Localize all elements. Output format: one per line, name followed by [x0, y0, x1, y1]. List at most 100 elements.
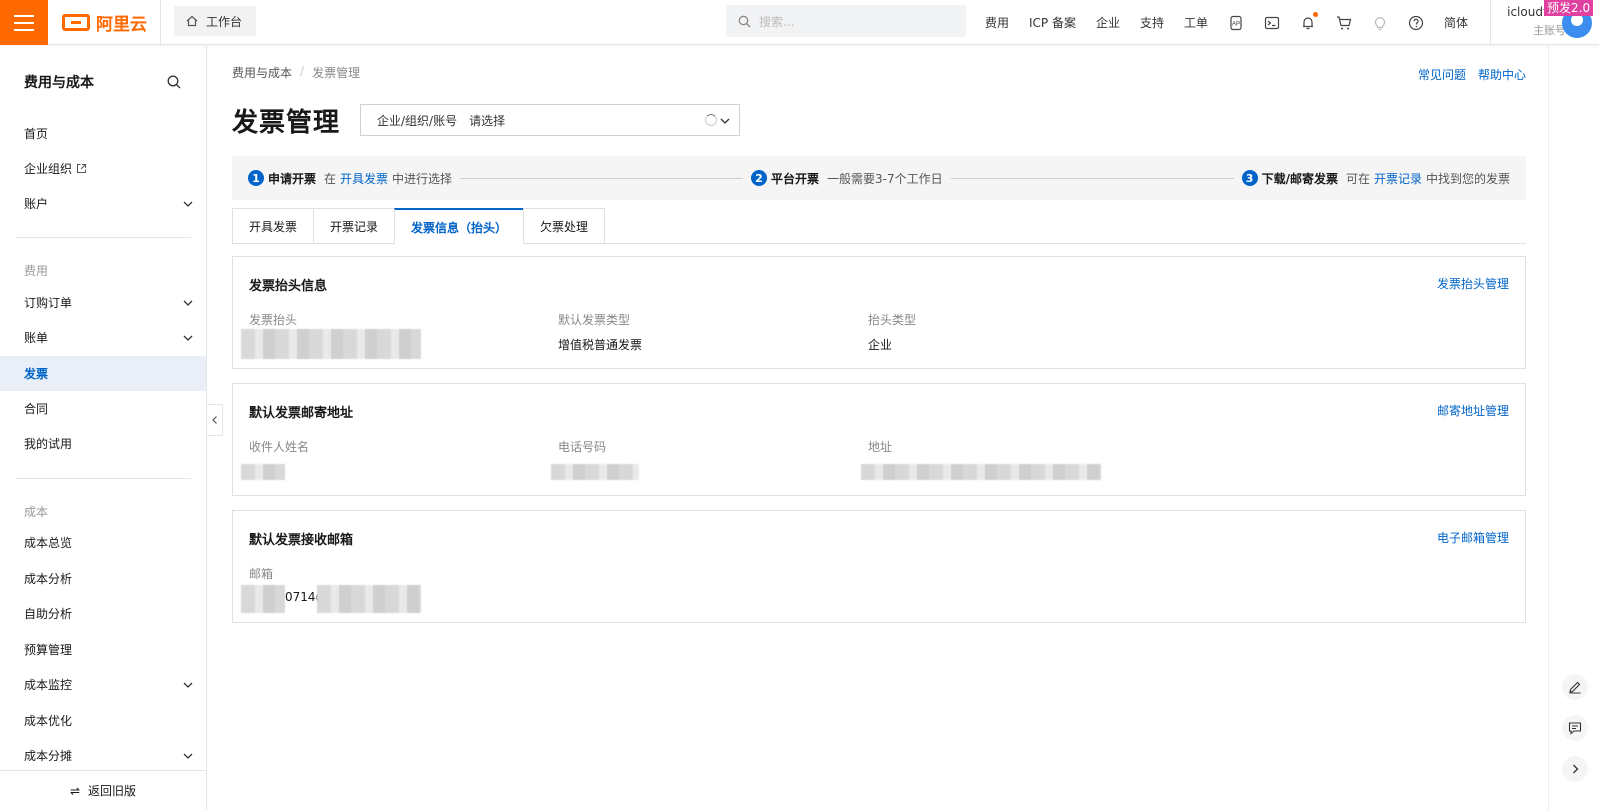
sidebar-item-cost-monitor[interactable]: 成本监控 — [0, 667, 206, 702]
step-number: 1 — [248, 170, 264, 186]
sidebar-item-contract[interactable]: 合同 — [0, 391, 206, 426]
step-2: 2 平台开票 一般需要3-7个工作日 — [751, 170, 943, 187]
manage-email-link[interactable]: 电子邮箱管理 — [1437, 529, 1509, 546]
sidebar-item-label: 成本总览 — [24, 536, 73, 550]
sidebar-item-organization[interactable]: 企业组织 — [0, 151, 206, 186]
sidebar-item-invoice[interactable]: 发票 — [0, 356, 206, 391]
sidebar-item-account[interactable]: 账户 — [0, 186, 206, 221]
step-text: 一般需要3-7个工作日 — [827, 171, 943, 186]
redacted-invoice-title — [241, 329, 421, 359]
sidebar-item-label: 自助分析 — [24, 607, 73, 621]
tab-invoice-records[interactable]: 开票记录 — [313, 208, 395, 244]
step-number: 3 — [1241, 170, 1258, 186]
terminal-icon[interactable] — [1264, 15, 1280, 31]
tab-issue-invoice[interactable]: 开具发票 — [232, 208, 314, 244]
card-title: 默认发票接收邮箱 — [249, 533, 354, 548]
sidebar-item-cost-overview[interactable]: 成本总览 — [0, 525, 206, 560]
help-center-link[interactable]: 帮助中心 — [1478, 66, 1526, 83]
chevron-down-icon — [183, 201, 193, 207]
sidebar-item-self-analysis[interactable]: 自助分析 — [0, 596, 206, 631]
breadcrumb-item[interactable]: 费用与成本 — [232, 64, 292, 81]
top-nav: 费用 ICP 备案 企业 支持 工单 AP 简体 — [985, 0, 1488, 45]
sidebar-item-home[interactable]: 首页 — [0, 116, 206, 151]
sidebar-item-cost-analysis[interactable]: 成本分析 — [0, 561, 206, 596]
step-title: 平台开票 — [771, 171, 820, 186]
step-link-invoice-records[interactable]: 开票记录 — [1374, 170, 1422, 187]
title-type-value: 企业 — [868, 338, 893, 352]
help-icon[interactable] — [1408, 15, 1424, 31]
sidebar-item-trial[interactable]: 我的试用 — [0, 426, 206, 461]
sidebar-item-label: 账户 — [24, 197, 49, 211]
sidebar-item-bills[interactable]: 账单 — [0, 320, 206, 355]
edit-icon — [1569, 681, 1581, 694]
field-label: 默认发票类型 — [558, 313, 631, 327]
feedback-button[interactable] — [1562, 674, 1588, 700]
search-icon[interactable] — [166, 74, 182, 90]
chevron-down-icon — [183, 300, 193, 306]
sidebar-item-label: 发票 — [24, 367, 49, 381]
loading-spinner-icon — [705, 114, 717, 126]
notification-dot — [1313, 11, 1319, 17]
switch-icon: ⇌ — [69, 783, 81, 798]
aliyun-logo[interactable]: 阿里云 — [62, 10, 147, 35]
search-input[interactable]: 搜索... — [726, 5, 966, 37]
tab-owed-invoices[interactable]: 欠票处理 — [523, 208, 606, 244]
account-selector[interactable]: 企业/组织/账号 请选择 — [360, 104, 740, 136]
sidebar-item-budget[interactable]: 预算管理 — [0, 632, 206, 667]
page-title: 发票管理 — [232, 108, 341, 138]
right-rail — [1548, 46, 1599, 810]
manage-mailing-address-link[interactable]: 邮寄地址管理 — [1437, 402, 1509, 419]
language-switch[interactable]: 简体 — [1444, 14, 1468, 31]
cart-icon[interactable] — [1336, 15, 1352, 31]
prerelease-badge: 预发2.0 — [1544, 0, 1594, 16]
back-to-old-version-button[interactable]: ⇌ 返回旧版 — [0, 770, 206, 810]
tab-invoice-info[interactable]: 发票信息（抬头） — [394, 208, 524, 245]
receive-email-card: 默认发票接收邮箱 电子邮箱管理 邮箱 0714@ — [232, 510, 1526, 623]
step-number: 2 — [751, 170, 767, 186]
step-link-issue-invoice[interactable]: 开具发票 — [340, 170, 388, 187]
sidebar-item-cost-allocation[interactable]: 成本分摊 — [0, 738, 206, 773]
field-label: 地址 — [868, 440, 893, 454]
chevron-down-icon — [183, 753, 193, 759]
nav-ticket[interactable]: 工单 — [1184, 14, 1208, 31]
chevron-down-icon — [183, 682, 193, 688]
step-title: 下载/邮寄发票 — [1261, 171, 1338, 186]
logo-text: 阿里云 — [96, 14, 147, 35]
api-icon[interactable]: AP — [1228, 15, 1244, 31]
menu-icon[interactable] — [0, 0, 48, 45]
sidebar-item-label: 成本优化 — [24, 714, 73, 728]
chevron-right-icon — [1573, 764, 1579, 774]
expand-rail-button[interactable] — [1562, 756, 1588, 782]
sidebar-item-orders[interactable]: 订购订单 — [0, 285, 206, 320]
step-1: 1 申请开票 在开具发票 中进行选择 — [248, 170, 452, 187]
bell-icon[interactable] — [1300, 11, 1319, 31]
redacted-recipient-name — [241, 464, 285, 480]
sidebar-collapse-button[interactable] — [207, 404, 223, 436]
redacted-phone — [551, 464, 639, 480]
message-button[interactable] — [1562, 715, 1588, 741]
card-title: 默认发票邮寄地址 — [249, 406, 354, 421]
workbench-button[interactable]: 工作台 — [174, 6, 256, 36]
divider — [16, 478, 191, 479]
sidebar-item-label: 成本监控 — [24, 678, 73, 692]
field-label: 发票抬头 — [249, 313, 298, 327]
field-label: 抬头类型 — [868, 313, 917, 327]
selector-label: 企业/组织/账号 — [377, 113, 458, 128]
manage-invoice-title-link[interactable]: 发票抬头管理 — [1437, 275, 1509, 292]
sidebar-item-label: 首页 — [24, 127, 49, 141]
nav-fee[interactable]: 费用 — [985, 14, 1009, 31]
chevron-down-icon — [183, 335, 193, 341]
nav-enterprise[interactable]: 企业 — [1096, 14, 1120, 31]
lightbulb-icon[interactable] — [1372, 15, 1388, 31]
workbench-label: 工作台 — [206, 14, 243, 29]
help-links: 常见问题 帮助中心 — [1418, 66, 1526, 83]
nav-support[interactable]: 支持 — [1140, 14, 1164, 31]
sidebar-item-cost-optimize[interactable]: 成本优化 — [0, 703, 206, 738]
search-placeholder: 搜索... — [759, 14, 795, 29]
home-icon — [186, 15, 198, 27]
mailing-address-card: 默认发票邮寄地址 邮寄地址管理 收件人姓名 电话号码 地址 — [232, 383, 1526, 496]
faq-link[interactable]: 常见问题 — [1418, 66, 1466, 83]
nav-icp[interactable]: ICP 备案 — [1029, 14, 1076, 31]
selector-value: 请选择 — [469, 113, 506, 128]
step-text: 中找到您的发票 — [1425, 171, 1510, 186]
